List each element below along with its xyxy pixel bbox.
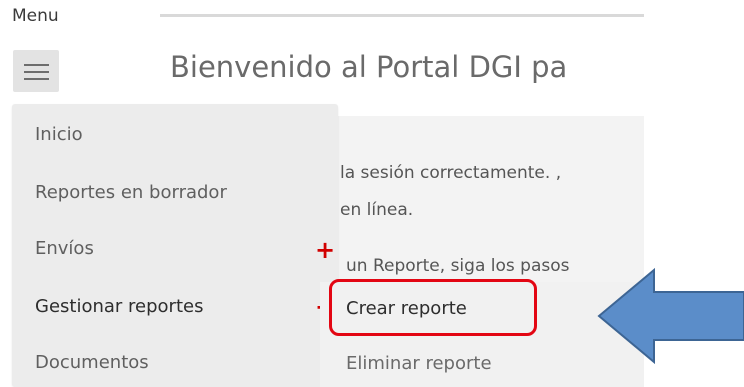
welcome-text-line: en línea.: [340, 200, 414, 220]
submenu-item-eliminar-reporte[interactable]: Eliminar reporte: [346, 353, 492, 374]
hamburger-icon-bar: [24, 78, 49, 80]
left-arrow-icon: [597, 267, 744, 365]
highlight-box: [329, 279, 537, 336]
sidebar-item-reportes-en-borrador[interactable]: Reportes en borrador: [35, 182, 227, 203]
sidebar-item-gestionar-reportes[interactable]: Gestionar reportes: [35, 296, 203, 317]
welcome-text-line: la sesión correctamente. ,: [340, 163, 562, 183]
header-divider: [160, 14, 644, 17]
page-title: Bienvenido al Portal DGI pa: [170, 50, 568, 84]
hamburger-menu-button[interactable]: [13, 50, 59, 92]
sidebar-item-envios[interactable]: Envíos: [35, 238, 94, 259]
welcome-text-line: un Reporte, siga los pasos: [346, 256, 570, 276]
sidebar-item-documentos[interactable]: Documentos: [35, 352, 149, 373]
plus-icon[interactable]: +: [315, 238, 335, 262]
hamburger-icon: [24, 64, 49, 66]
side-navigation-menu: Inicio Reportes en borrador Envíos + Ges…: [12, 104, 338, 387]
menu-label: Menu: [12, 6, 59, 26]
sidebar-item-inicio[interactable]: Inicio: [35, 124, 83, 145]
hamburger-icon-bar: [24, 71, 49, 73]
